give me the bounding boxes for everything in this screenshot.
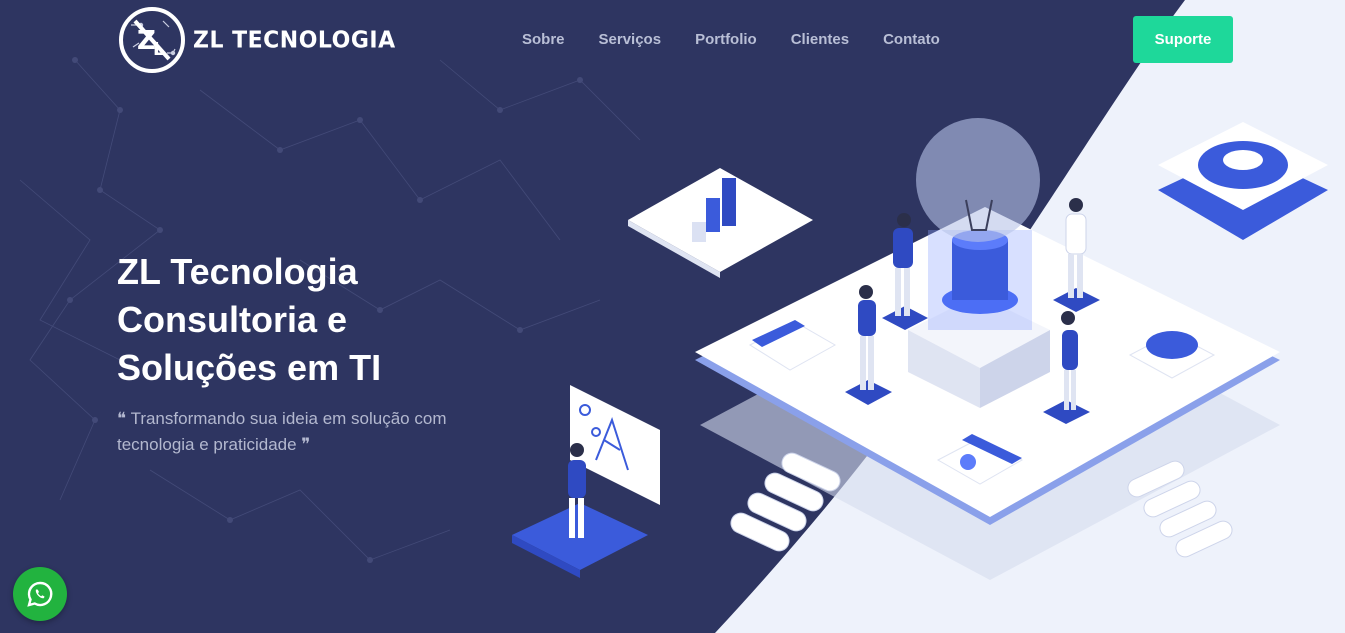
zl-logo-icon: Z L	[119, 7, 185, 73]
nav-item-clientes[interactable]: Clientes	[774, 30, 866, 50]
whatsapp-icon	[27, 581, 53, 607]
hero-title-line: Soluções em TI	[117, 347, 382, 388]
isometric-tech-illustration	[512, 118, 1328, 580]
nav-item-contato[interactable]: Contato	[866, 30, 957, 50]
logo-text: ZL TECNOLOGIA	[193, 26, 396, 54]
hero-title-line: ZL Tecnologia	[117, 251, 358, 292]
nav-item-portfolio[interactable]: Portfolio	[678, 30, 774, 50]
nav-item-sobre[interactable]: Sobre	[505, 30, 582, 50]
svg-text:L: L	[153, 39, 164, 60]
brand-logo[interactable]: Z L ZL TECNOLOGIA	[117, 5, 396, 75]
main-nav: Sobre Serviços Portfolio Clientes Contat…	[505, 30, 957, 50]
hero-subtitle: ❝ Transformando sua ideia em solução com…	[117, 409, 447, 454]
nav-item-servicos[interactable]: Serviços	[582, 30, 679, 50]
support-button[interactable]: Suporte	[1133, 16, 1233, 63]
hero-title: ZL Tecnologia Consultoria e Soluções em …	[117, 248, 537, 392]
hero-title-line: Consultoria e	[117, 299, 348, 340]
whatsapp-button[interactable]	[13, 567, 67, 621]
hero-section: Z L ZL TECNOLOGIA Sobre Serviços Portfol…	[0, 0, 1345, 633]
